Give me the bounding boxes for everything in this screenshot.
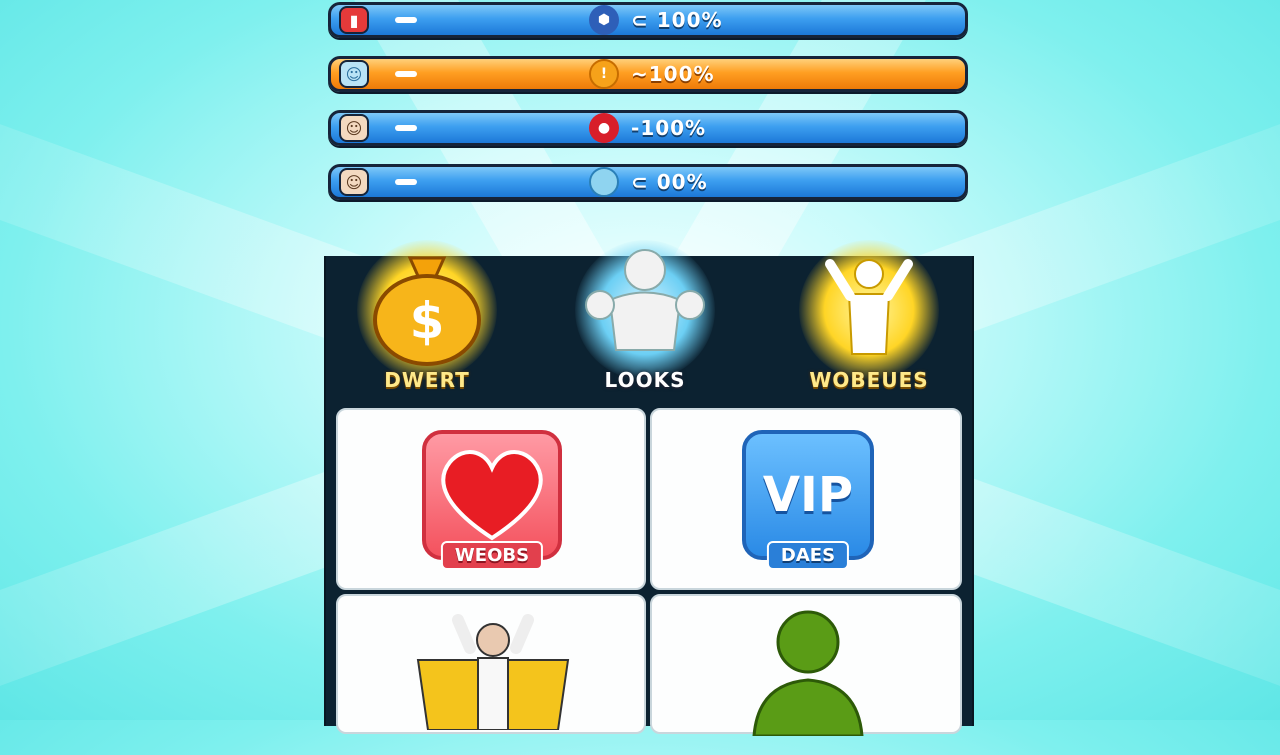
stat-value: -100% — [631, 116, 707, 140]
svg-text:$: $ — [410, 292, 445, 350]
category-money[interactable]: $ DWERT — [352, 230, 502, 392]
money-bag-icon: $ — [373, 256, 481, 366]
vip-text: VIP — [762, 467, 854, 523]
bar-dash — [395, 179, 417, 185]
red-gem-icon: ● — [589, 113, 619, 143]
stat-bar-3: ☺ ● -100% — [328, 110, 968, 146]
blue-orb-icon — [589, 167, 619, 197]
category-looks[interactable]: LOOKS — [570, 230, 720, 392]
orange-coin-icon: ! — [589, 59, 619, 89]
category-label: WOBEUES — [809, 368, 929, 392]
tile-ribbon: DAES — [766, 541, 850, 570]
stat-bar-4: ☺ ⊂ 00% — [328, 164, 968, 200]
category-wobeues[interactable]: WOBEUES — [794, 230, 944, 392]
robed-figure-icon — [416, 614, 570, 730]
red-card-icon: ▮ — [339, 6, 369, 34]
tile-likes[interactable]: WEOBS — [336, 408, 646, 590]
bar-dash — [395, 125, 417, 131]
muscle-figure-icon — [585, 249, 705, 351]
stat-value: ⊂ 100% — [631, 8, 723, 32]
cheering-figure-icon — [825, 259, 913, 355]
character-face-icon: ☺ — [339, 168, 369, 196]
bar-dash — [395, 71, 417, 77]
stat-bar-1: ▮ ⬢ ⊂ 100% — [328, 2, 968, 38]
character-face-icon: ☺ — [339, 60, 369, 88]
category-label: DWERT — [384, 368, 470, 392]
blue-shield-icon: ⬢ — [589, 5, 619, 35]
heart-badge: WEOBS — [422, 430, 562, 570]
tile-profile[interactable] — [650, 594, 962, 736]
category-label: LOOKS — [604, 368, 686, 392]
heart-icon — [441, 450, 543, 541]
bar-dash — [395, 17, 417, 23]
stat-value: ~100% — [631, 62, 715, 86]
character-face-icon: ☺ — [339, 114, 369, 142]
tile-ribbon: WEOBS — [440, 541, 544, 570]
vip-badge-icon: VIP DAES — [742, 430, 874, 570]
tile-robe[interactable] — [336, 594, 646, 734]
stat-value: ⊂ 00% — [631, 170, 708, 194]
tile-vip[interactable]: VIP DAES — [650, 408, 962, 590]
stat-bar-2: ☺ ! ~100% — [328, 56, 968, 92]
avatar-silhouette-icon — [752, 610, 864, 736]
